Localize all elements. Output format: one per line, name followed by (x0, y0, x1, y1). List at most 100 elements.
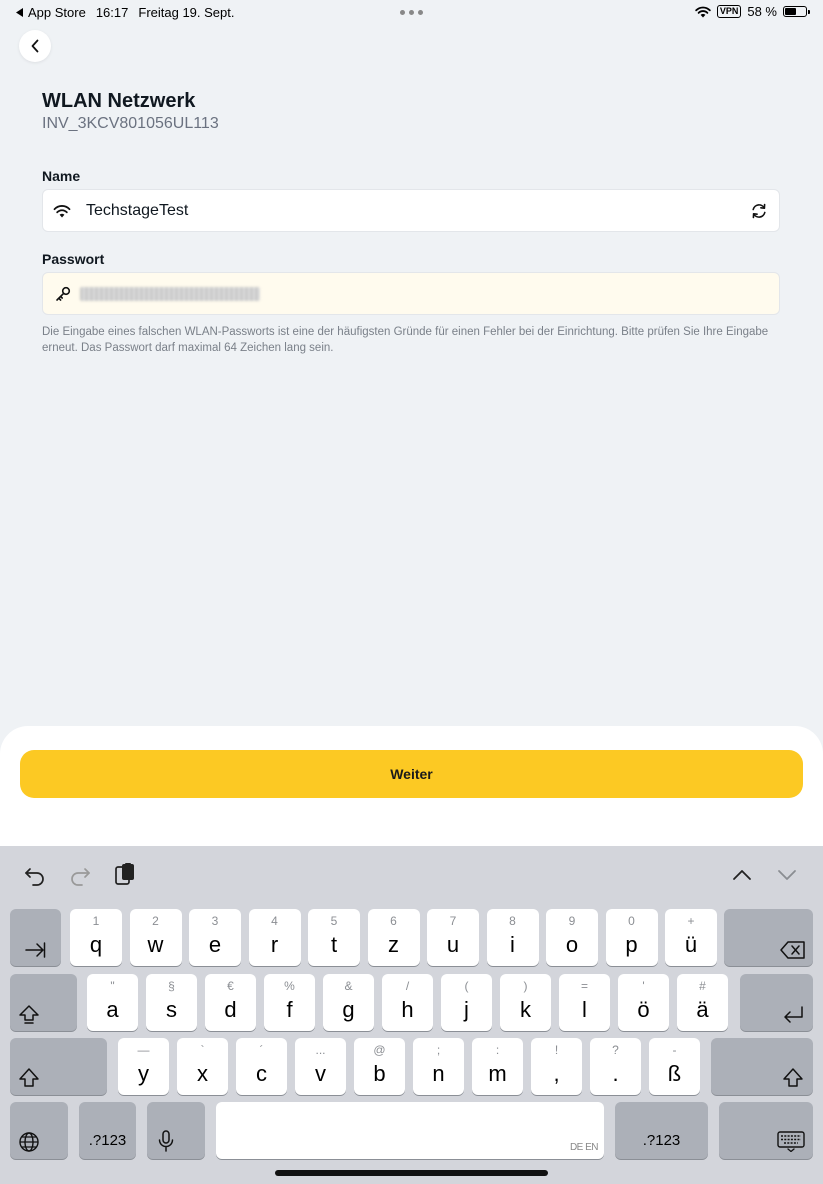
caps-lock-icon (19, 1005, 39, 1024)
key-main-char: j (464, 997, 469, 1022)
battery-percentage: 58 % (747, 4, 777, 19)
key-row1-1[interactable]: 2w (129, 909, 182, 966)
key-main-char: z (388, 932, 399, 957)
key-row2-9[interactable]: ' ö (618, 974, 669, 1031)
key-row2-2[interactable]: € d (205, 974, 256, 1031)
network-name-field[interactable]: TechstageTest (42, 189, 780, 232)
key-row3-1[interactable]: ` x (177, 1038, 228, 1095)
key-row1-0[interactable]: 1q (70, 909, 122, 966)
key-hint-char: 3 (211, 914, 219, 928)
back-to-app-link[interactable]: App Store (16, 5, 86, 20)
shift-left-key[interactable] (10, 1038, 107, 1095)
delete-key[interactable] (724, 909, 813, 966)
key-main-char: y (138, 1061, 149, 1086)
key-row3-7[interactable]: !, (531, 1038, 582, 1095)
key-row3-0[interactable]: — y (118, 1038, 169, 1095)
key-row1-3[interactable]: 4r (248, 909, 301, 966)
shift-icon (19, 1068, 39, 1087)
key-main-char: c (256, 1061, 267, 1086)
return-key[interactable] (740, 974, 813, 1031)
key-row2-4[interactable]: & g (323, 974, 374, 1031)
chevron-left-icon (31, 39, 39, 53)
key-hint-char: 7 (449, 914, 457, 928)
weiter-button[interactable]: Weiter (20, 750, 803, 798)
key-row1-7[interactable]: 8i (486, 909, 539, 966)
key-main-char: r (270, 932, 279, 957)
key-row3-5[interactable]: ; n (413, 1038, 464, 1095)
key-hint-char: ( (464, 979, 469, 993)
hide-keyboard-key[interactable] (719, 1102, 813, 1159)
key-main-char: ü (684, 932, 698, 957)
key-row2-8[interactable]: = l (559, 974, 610, 1031)
key-hint-char: ? (612, 1043, 619, 1057)
multitasking-dots-icon[interactable] (400, 10, 423, 15)
key-main-char: , (553, 1061, 560, 1086)
home-indicator[interactable] (275, 1170, 548, 1176)
key-hint-char: % (284, 979, 295, 993)
key-row1-5[interactable]: 6z (367, 909, 420, 966)
key-row3-9[interactable]: -ß (649, 1038, 700, 1095)
key-row3-8[interactable]: ?. (590, 1038, 641, 1095)
key-main-char: f (286, 997, 293, 1022)
back-app-label: App Store (28, 5, 86, 20)
key-hint-char: ... (315, 1043, 326, 1057)
key-row3-4[interactable]: @ b (354, 1038, 405, 1095)
key-main-char: x (197, 1061, 208, 1086)
key-row1-2[interactable]: 3e (189, 909, 241, 966)
undo-icon[interactable] (23, 862, 47, 886)
key-row1-6[interactable]: 7u (427, 909, 479, 966)
key-row2-6[interactable]: (j (441, 974, 492, 1031)
refresh-icon[interactable] (750, 202, 768, 220)
key-row2-1[interactable]: § s (146, 974, 197, 1031)
key-row1-4[interactable]: 5t (308, 909, 360, 966)
key-row3-3[interactable]: ... v (295, 1038, 346, 1095)
numbers-key-left[interactable]: .?123 (79, 1102, 136, 1159)
chevron-down-icon[interactable] (775, 862, 799, 886)
paste-icon[interactable] (113, 862, 137, 886)
key-main-char: ö (637, 997, 650, 1022)
back-button[interactable] (19, 30, 51, 62)
key-row1-8[interactable]: 9o (546, 909, 598, 966)
key-main-char: q (89, 932, 103, 957)
page-title: WLAN Netzwerk (42, 90, 196, 112)
key-hint-char: / (405, 979, 410, 993)
dictation-key[interactable] (147, 1102, 205, 1159)
password-field[interactable] (42, 272, 780, 315)
caps-lock-key[interactable] (10, 974, 77, 1031)
globe-key[interactable] (10, 1102, 68, 1159)
key-row2-7[interactable]: ) k (500, 974, 551, 1031)
chevron-up-icon[interactable] (730, 862, 754, 886)
numbers-key-right[interactable]: .?123 (615, 1102, 708, 1159)
key-row2-10[interactable]: # ä (677, 974, 728, 1031)
key-row1-9[interactable]: 0p (605, 909, 658, 966)
redo-icon[interactable] (68, 862, 92, 886)
key-main-char: o (565, 932, 579, 957)
key-hint-char: ! (554, 1043, 559, 1057)
key-main-char: ä (696, 997, 709, 1022)
key-row1-10[interactable]: + ü (665, 909, 717, 966)
password-hint: Die Eingabe eines falschen WLAN-Passwort… (42, 326, 769, 354)
back-triangle-icon (16, 8, 23, 17)
password-label: Passwort (42, 251, 105, 267)
key-hint-char: ' (642, 979, 645, 993)
name-label: Name (42, 168, 81, 184)
key-row3-6[interactable]: :m (472, 1038, 523, 1095)
vpn-badge: VPN (716, 5, 742, 18)
key-hint-char: 2 (152, 914, 159, 928)
key-row3-2[interactable]: ´ c (236, 1038, 287, 1095)
key-row2-3[interactable]: % f (264, 974, 315, 1031)
battery-icon (783, 6, 810, 17)
key-main-char: . (612, 1061, 619, 1086)
shift-right-key[interactable] (711, 1038, 813, 1095)
key-hint-char: 8 (509, 914, 516, 928)
tab-key[interactable] (10, 909, 61, 966)
key-main-char: m (488, 1061, 507, 1086)
space-key[interactable]: DE EN (216, 1102, 604, 1159)
key-main-char: p (625, 932, 638, 957)
key-hint-char: ) (523, 979, 528, 993)
tab-icon (25, 942, 46, 958)
key-main-char: s (166, 997, 177, 1022)
key-main-char: v (315, 1061, 326, 1086)
key-row2-0[interactable]: " a (87, 974, 138, 1031)
key-row2-5[interactable]: / h (382, 974, 433, 1031)
